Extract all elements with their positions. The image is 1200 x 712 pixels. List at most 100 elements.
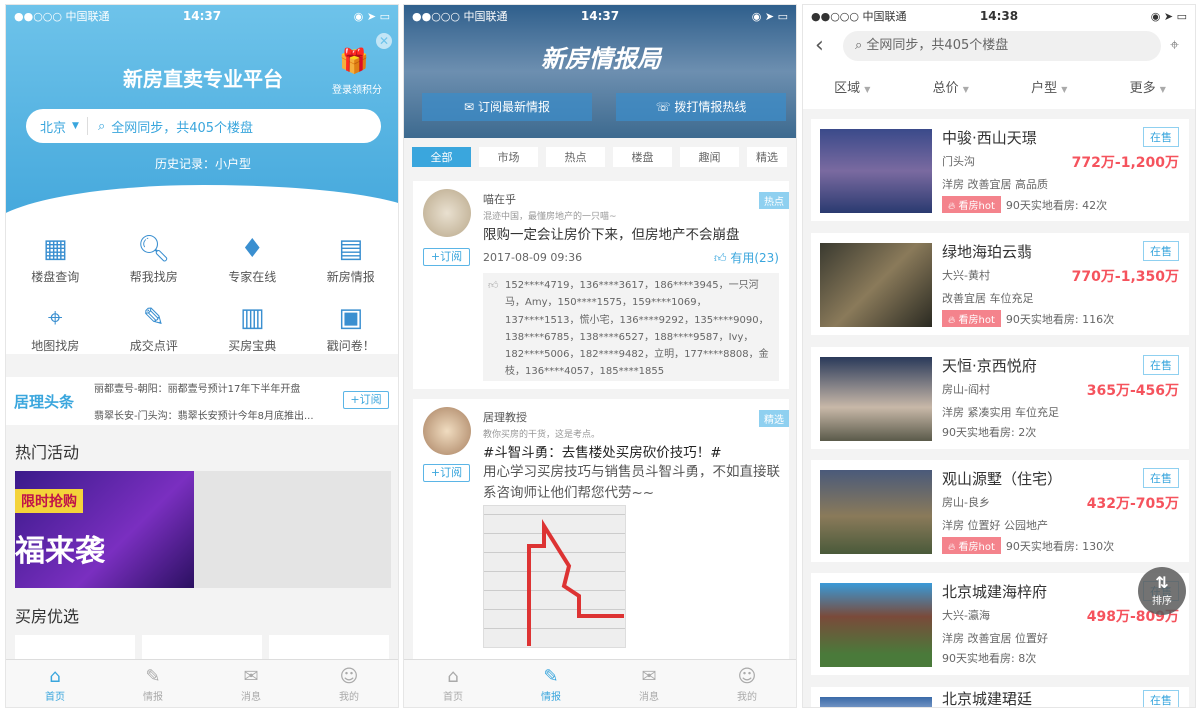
tab-label: 情报 xyxy=(143,692,163,703)
search-bar[interactable]: 北京 ▼ ⌕ 全网同步，共405个楼盘 xyxy=(26,109,381,143)
search-history[interactable]: 历史记录：小户型 xyxy=(6,155,398,172)
hotline-button[interactable]: ☏ 拨打情报热线 xyxy=(616,93,786,121)
tag-badge: 热点 xyxy=(759,192,789,209)
mail-icon: ✉ xyxy=(464,100,475,114)
author-bio: 混迹中国，最懂房地产的一只喵~ xyxy=(483,212,617,222)
home-icon: ⌂ xyxy=(49,666,61,687)
button-label: 拨打情报热线 xyxy=(674,100,747,114)
grid-label: 专家在线 xyxy=(228,270,277,284)
tab-messages[interactable]: ✉ 消息 xyxy=(600,660,698,707)
filter-market[interactable]: 市场 xyxy=(479,147,538,167)
headline-item[interactable]: 丽都壹号-朝阳：丽都壹号预计17年下半年开盘 xyxy=(94,380,300,395)
likers-list: 👍︎ 152****4719，136****3617，186****3945，一只… xyxy=(483,273,779,381)
tab-me[interactable]: ☺ 我的 xyxy=(698,660,796,707)
search-placeholder: 全网同步，共405个楼盘 xyxy=(866,38,1009,53)
grid-item-guide[interactable]: ▥ 买房宝典 xyxy=(203,299,302,354)
filter-price[interactable]: 总价 ▼ xyxy=(902,77,1001,96)
filter-layout[interactable]: 户型 ▼ xyxy=(1000,77,1099,96)
location-pin-icon[interactable]: ⌖ xyxy=(1170,35,1179,55)
grid-item-map[interactable]: ⌖ 地图找房 xyxy=(6,299,105,354)
news-post[interactable]: +订阅 居理教授 教你买房的干货，这是考点。 精选 #斗智斗勇：去售楼处买房砍价… xyxy=(413,399,789,669)
banner-text: 福来袭 xyxy=(15,534,105,569)
filter-area[interactable]: 区域 ▼ xyxy=(803,77,902,96)
listing-image xyxy=(820,129,932,213)
filter-fun[interactable]: 趣闻 xyxy=(680,147,739,167)
post-image[interactable] xyxy=(483,505,626,648)
search-icon: ⌕ xyxy=(97,118,106,134)
grid-item-news[interactable]: ▤ 新房情报 xyxy=(302,230,399,285)
clock: 14:38 xyxy=(979,9,1019,23)
useful-button[interactable]: 👍︎ 有用(23) xyxy=(714,249,779,266)
tab-home[interactable]: ⌂ 首页 xyxy=(6,660,104,707)
sort-button[interactable]: ⇅ 排序 xyxy=(1138,567,1186,615)
chevron-down-icon: ▼ xyxy=(962,85,969,94)
fire-icon: 🔥︎ xyxy=(948,201,956,212)
visit-info: 90天实地看房: 2次 xyxy=(942,424,1036,440)
listing-screen: ●●○○○ 中国联通 14:38 ◉ ➤ ▭ ‹ ⌕ 全网同步，共405个楼盘 ⌖ … xyxy=(802,4,1196,708)
chevron-down-icon: ▼ xyxy=(1061,85,1068,94)
map-icon: ⌖ xyxy=(47,303,63,333)
listing-location: 大兴-瀛海 xyxy=(942,609,990,622)
subscribe-button[interactable]: +订阅 xyxy=(343,391,389,409)
home-icon: ⌂ xyxy=(447,666,459,687)
gift-label[interactable]: 登录领积分 xyxy=(332,81,382,96)
subscribe-button[interactable]: +订阅 xyxy=(423,248,470,266)
author-name[interactable]: 居理教授 xyxy=(483,409,527,425)
post-title[interactable]: 限购一定会让房价下来，但房地产不会崩盘 xyxy=(483,223,740,243)
listing-card[interactable]: 观山源墅（住宅） 在售 房山-良乡 432万-705万 洋房 位置好 公园地产 🔥︎… xyxy=(811,460,1189,562)
thumbs-up-icon: 👍︎ xyxy=(488,280,499,291)
subscribe-news-button[interactable]: ✉ 订阅最新情报 xyxy=(422,93,592,121)
close-icon[interactable]: ✕ xyxy=(376,33,392,49)
subscribe-button[interactable]: +订阅 xyxy=(423,464,470,482)
grid-item-survey[interactable]: ▣ 戳问卷！ xyxy=(302,299,399,354)
filter-all[interactable]: 全部 xyxy=(412,147,471,167)
grid-item-find-home[interactable]: 🔍︎ 帮我找房 xyxy=(105,230,204,285)
tab-news[interactable]: ✎ 情报 xyxy=(502,660,600,707)
listing-card[interactable]: 中骏·西山天璟 在售 门头沟 772万-1,200万 洋房 改善宜居 高品质 🔥︎ … xyxy=(811,119,1189,221)
tab-messages[interactable]: ✉ 消息 xyxy=(202,660,300,707)
back-icon[interactable]: ‹ xyxy=(815,33,824,58)
listing-card[interactable]: 天恒·京西悦府 在售 房山-阎村 365万-456万 洋房 紧凑实用 车位充足 90… xyxy=(811,347,1189,449)
section-title-hot: 热门活动 xyxy=(15,443,80,462)
status-bar: ●●○○○ 中国联通 14:37 ◉ ➤ ▭ xyxy=(6,5,398,27)
document-icon: ▤ xyxy=(338,234,364,264)
visit-count: 90天实地看房: 8次 xyxy=(942,652,1037,665)
filter-buildings[interactable]: 楼盘 xyxy=(613,147,672,167)
activity-banner[interactable]: 限时抢购 福来袭 xyxy=(15,471,391,588)
listing-card[interactable]: 绿地海珀云翡 在售 大兴-黄村 770万-1,350万 改善宜居 车位充足 🔥︎ 看… xyxy=(811,233,1189,335)
filter-more[interactable]: 更多 ▼ xyxy=(1099,77,1196,96)
tab-home[interactable]: ⌂ 首页 xyxy=(404,660,502,707)
status-badge: 在售 xyxy=(1143,127,1179,147)
tab-label: 消息 xyxy=(241,692,261,703)
headline-strip[interactable]: 居理头条 丽都壹号-朝阳：丽都壹号预计17年下半年开盘 翡翠长安-门头沟：翡翠长… xyxy=(6,377,398,425)
filter-hot[interactable]: 热点 xyxy=(546,147,605,167)
news-post[interactable]: +订阅 喵在乎 混迹中国，最懂房地产的一只喵~ 热点 限购一定会让房价下来，但房… xyxy=(413,181,789,389)
fire-icon: 🔥︎ xyxy=(948,542,956,553)
chevron-down-icon[interactable]: ▼ xyxy=(72,121,79,131)
gift-icon[interactable]: 🎁 xyxy=(339,47,369,75)
visit-info: 🔥︎ 看房hot 90天实地看房: 130次 xyxy=(942,537,1114,554)
post-title[interactable]: #斗智斗勇：去售楼处买房砍价技巧！# xyxy=(483,441,722,461)
filter-label: 区域 xyxy=(834,81,861,96)
filter-label: 更多 xyxy=(1129,81,1156,96)
author-name[interactable]: 喵在乎 xyxy=(483,191,516,207)
grid-item-expert-online[interactable]: ♦ 专家在线 xyxy=(203,230,302,285)
listing-card[interactable]: 北京城建海梓府在售 大兴-瀛海498万-809万 洋房 改善宜居 位置好 90天… xyxy=(811,573,1189,675)
listing-card[interactable]: 北京城建珺廷 在售 xyxy=(811,687,1189,707)
useful-count: 有用(23) xyxy=(730,251,779,265)
grid-item-reviews[interactable]: ✎ 成交点评 xyxy=(105,299,204,354)
listing-location: 房山-阎村 xyxy=(942,383,990,396)
filter-featured[interactable]: 精选 xyxy=(747,147,787,167)
search-input[interactable]: 全网同步，共405个楼盘 xyxy=(111,117,253,136)
tab-news[interactable]: ✎ 情报 xyxy=(104,660,202,707)
element xyxy=(527,519,624,646)
grid-item-building-search[interactable]: ▦ 楼盘查询 xyxy=(6,230,105,285)
headline-item[interactable]: 翡翠长安-门头沟：翡翠长安预计今年8月底推出... xyxy=(94,407,314,422)
avatar[interactable] xyxy=(423,407,471,455)
mail-icon: ✉ xyxy=(641,666,657,687)
post-date: 2017-08-09 09:36 xyxy=(483,251,583,264)
avatar[interactable] xyxy=(423,189,471,237)
city-selector[interactable]: 北京 xyxy=(26,117,66,136)
search-input[interactable]: ⌕ 全网同步，共405个楼盘 xyxy=(843,31,1161,61)
tab-me[interactable]: ☺ 我的 xyxy=(300,660,398,707)
